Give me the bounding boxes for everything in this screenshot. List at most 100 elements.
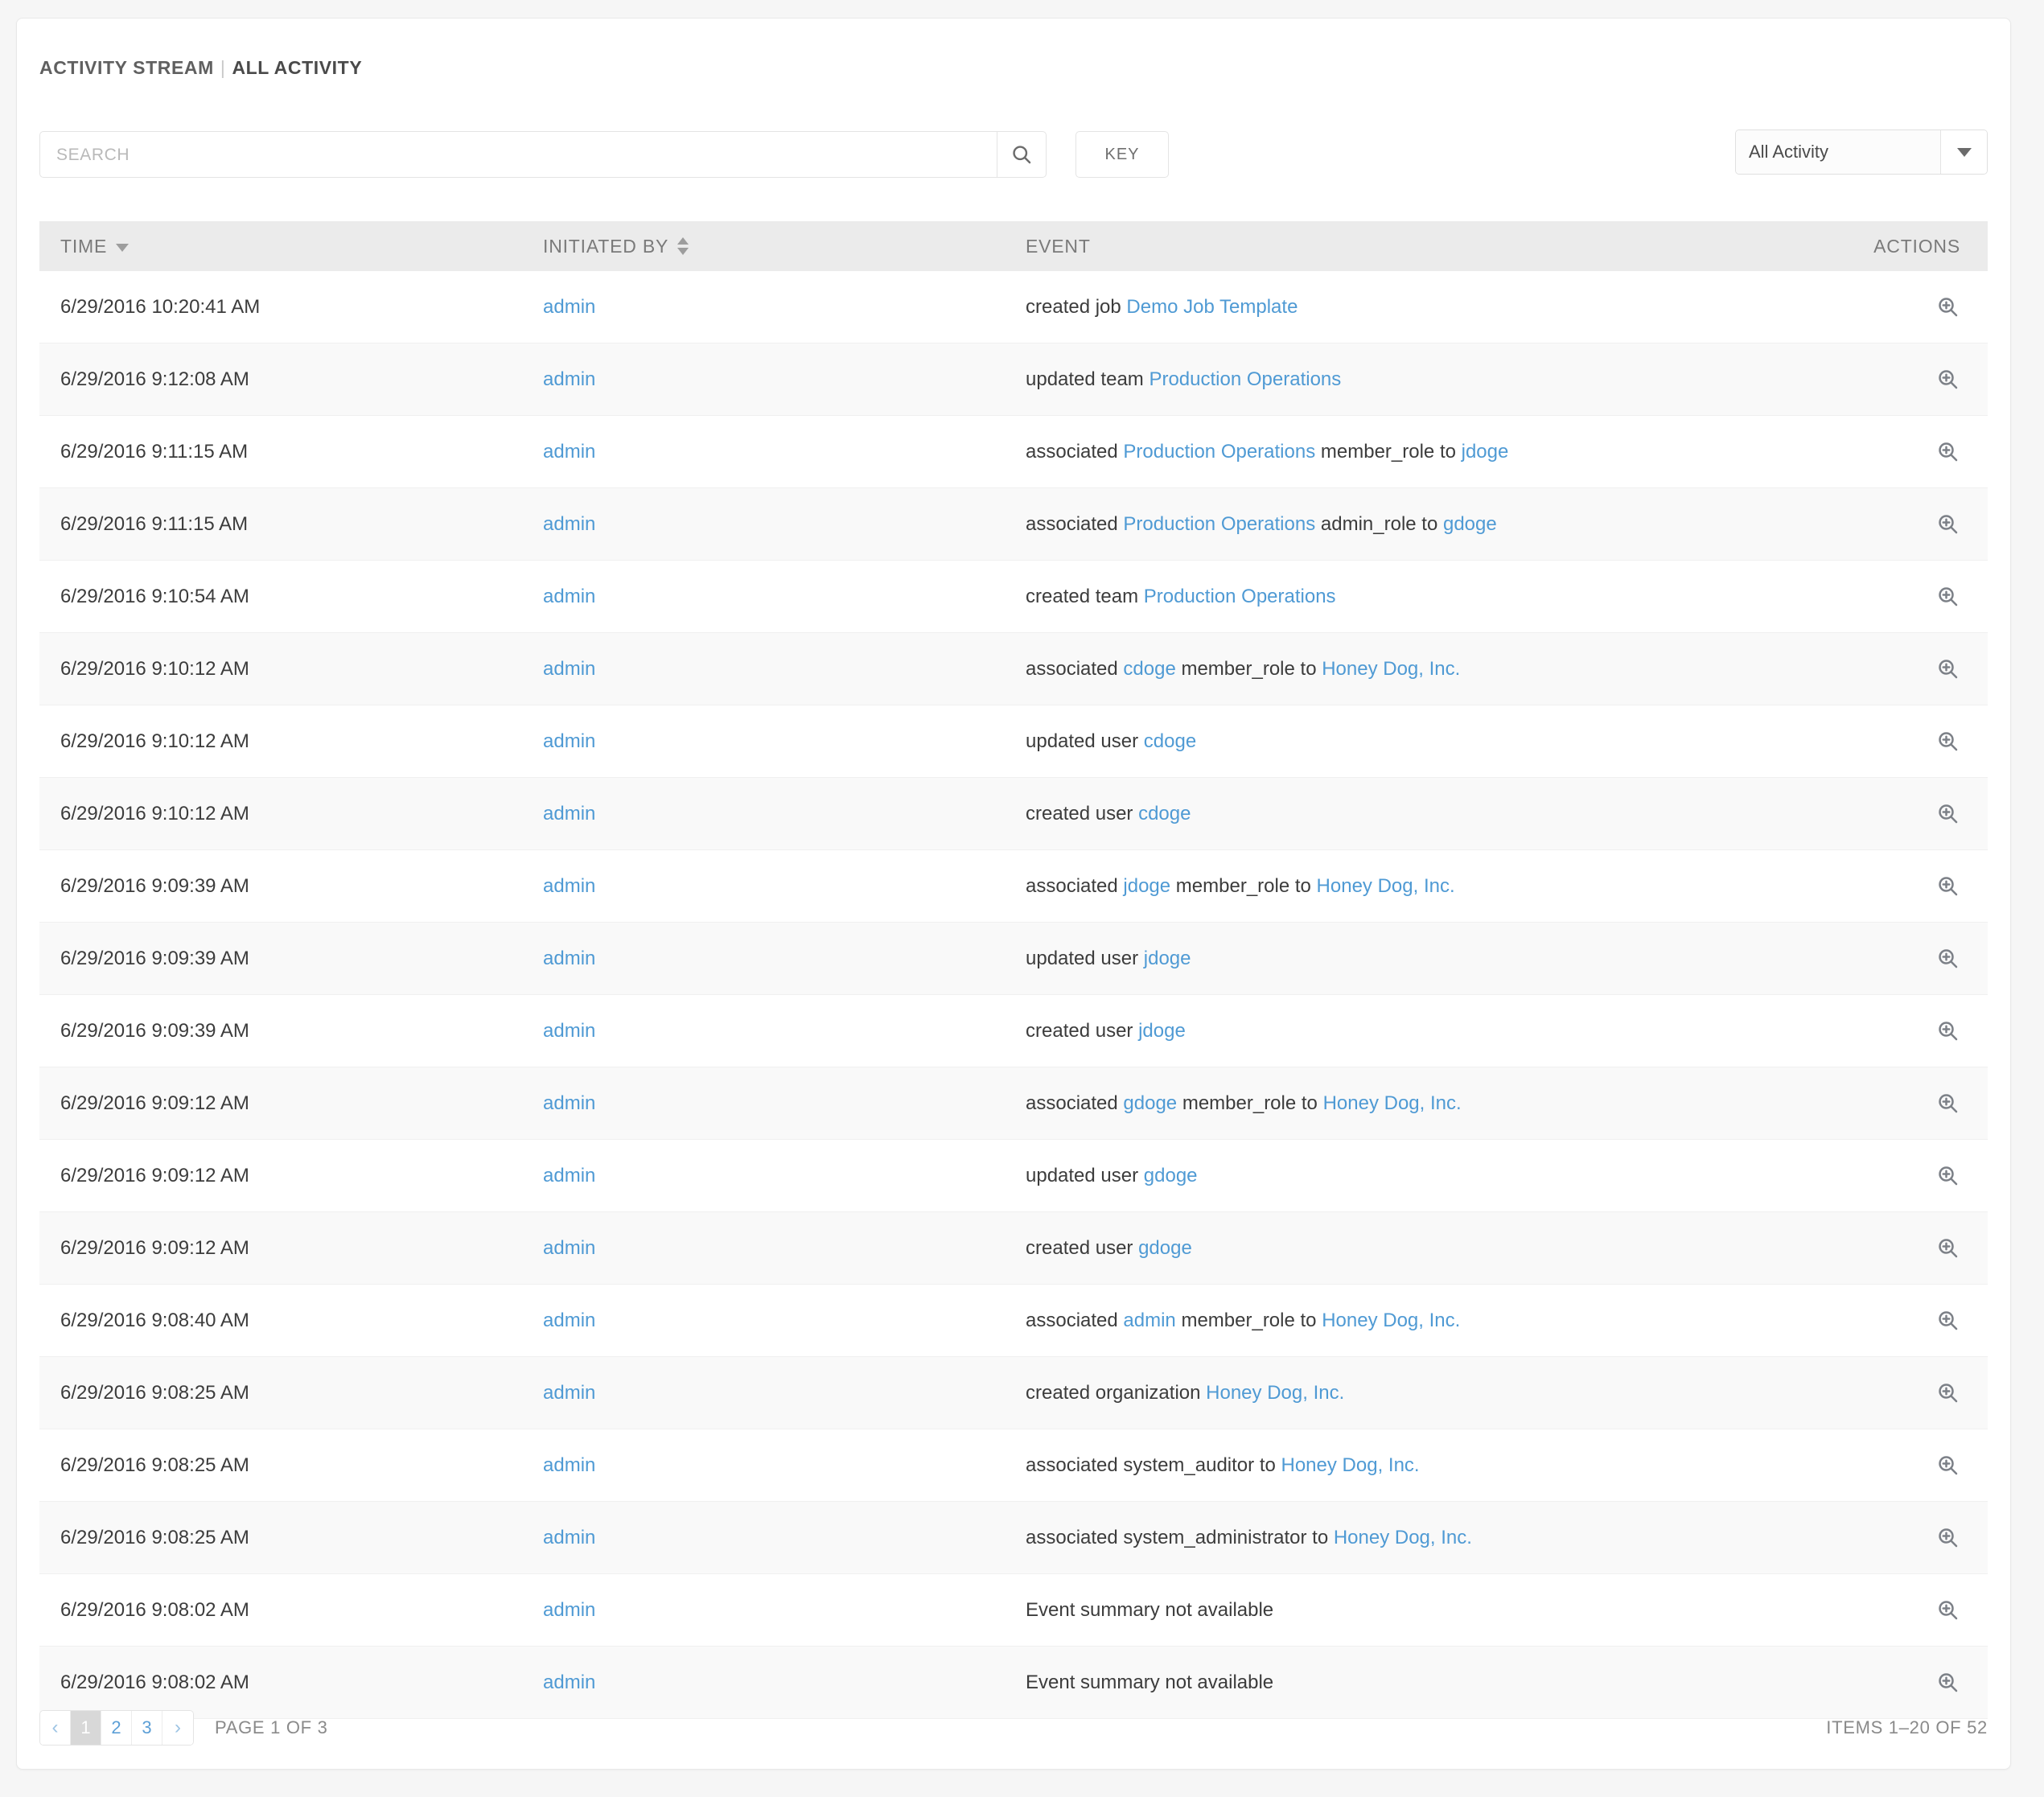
cell-time: 6/29/2016 9:08:25 AM [60, 1526, 249, 1548]
initiated-by-link[interactable]: admin [543, 1310, 595, 1332]
key-button[interactable]: KEY [1075, 131, 1169, 178]
zoom-in-icon[interactable] [1936, 295, 1960, 319]
event-link[interactable]: jdoge [1144, 948, 1191, 970]
initiated-by-link[interactable]: admin [543, 1382, 595, 1404]
table-row: 6/29/2016 9:09:39 AM admin associated jdog… [39, 850, 1988, 923]
column-header-initiated-by[interactable]: INITIATED BY [543, 236, 1026, 257]
cell-time: 6/29/2016 9:09:39 AM [60, 1019, 249, 1042]
zoom-in-icon[interactable] [1936, 368, 1960, 392]
initiated-by-link[interactable]: admin [543, 948, 595, 970]
event-link[interactable]: gdoge [1138, 1237, 1192, 1260]
initiated-by-link[interactable]: admin [543, 368, 595, 391]
zoom-in-icon[interactable] [1936, 802, 1960, 826]
initiated-by-link[interactable]: admin [543, 658, 595, 681]
event-link[interactable]: Honey Dog, Inc. [1206, 1382, 1344, 1404]
cell-initiated-by: admin [543, 1310, 1026, 1332]
event-link[interactable]: Honey Dog, Inc. [1322, 658, 1460, 681]
event-text: member_role to [1175, 657, 1322, 680]
initiated-by-link[interactable]: admin [543, 1672, 595, 1694]
activity-filter-select[interactable]: All Activity [1735, 130, 1988, 175]
initiated-by-link[interactable]: admin [543, 1092, 595, 1115]
zoom-in-icon[interactable] [1936, 730, 1960, 754]
event-link[interactable]: jdoge [1462, 441, 1509, 463]
cell-event: updated team Production Operations [1026, 368, 1803, 391]
event-link[interactable]: Production Operations [1123, 513, 1315, 536]
initiated-by-link[interactable]: admin [543, 586, 595, 608]
cell-initiated-by: admin [543, 1020, 1026, 1042]
event-link[interactable]: Honey Dog, Inc. [1317, 875, 1455, 898]
zoom-in-icon[interactable] [1936, 1526, 1960, 1550]
event-link[interactable]: Production Operations [1144, 586, 1336, 608]
initiated-by-link[interactable]: admin [543, 1165, 595, 1187]
cell-initiated-by: admin [543, 513, 1026, 536]
table-row: 6/29/2016 9:08:25 AM admin created organiz… [39, 1357, 1988, 1429]
initiated-by-link[interactable]: admin [543, 1527, 595, 1549]
cell-time: 6/29/2016 9:08:02 AM [60, 1598, 249, 1621]
initiated-by-link[interactable]: admin [543, 441, 595, 463]
event-link[interactable]: Production Operations [1149, 368, 1341, 391]
cell-time: 6/29/2016 10:20:41 AM [60, 295, 261, 318]
event-link[interactable]: cdoge [1138, 803, 1191, 825]
event-link[interactable]: Demo Job Template [1126, 296, 1298, 319]
event-link[interactable]: Honey Dog, Inc. [1281, 1454, 1420, 1477]
event-link[interactable]: admin [1123, 1310, 1175, 1332]
event-link[interactable]: Production Operations [1123, 441, 1315, 463]
zoom-in-icon[interactable] [1936, 1164, 1960, 1188]
zoom-in-icon[interactable] [1936, 1381, 1960, 1405]
zoom-in-icon[interactable] [1936, 657, 1960, 681]
zoom-in-icon[interactable] [1936, 1454, 1960, 1478]
cell-initiated-by: admin [543, 368, 1026, 391]
initiated-by-link[interactable]: admin [543, 1237, 595, 1260]
zoom-in-icon[interactable] [1936, 1309, 1960, 1333]
zoom-in-icon[interactable] [1936, 1236, 1960, 1260]
cell-time: 6/29/2016 9:11:15 AM [60, 512, 249, 535]
pagination-page-3[interactable]: 3 [132, 1711, 162, 1745]
initiated-by-link[interactable]: admin [543, 730, 595, 753]
pagination-next[interactable]: › [162, 1711, 193, 1745]
event-text: Event summary not available [1026, 1671, 1274, 1693]
zoom-in-icon[interactable] [1936, 1598, 1960, 1622]
event-link[interactable]: jdoge [1123, 875, 1170, 898]
activity-filter-caret[interactable] [1940, 130, 1987, 174]
initiated-by-link[interactable]: admin [543, 803, 595, 825]
search-input[interactable] [39, 131, 997, 178]
zoom-in-icon[interactable] [1936, 440, 1960, 464]
pagination-prev[interactable]: ‹ [40, 1711, 71, 1745]
initiated-by-link[interactable]: admin [543, 875, 595, 898]
event-link[interactable]: Honey Dog, Inc. [1323, 1092, 1462, 1115]
cell-initiated-by: admin [543, 296, 1026, 319]
zoom-in-icon[interactable] [1936, 585, 1960, 609]
cell-initiated-by: admin [543, 1165, 1026, 1187]
column-header-time[interactable]: TIME [60, 236, 543, 257]
pagination-page-2[interactable]: 2 [101, 1711, 132, 1745]
event-link[interactable]: gdoge [1123, 1092, 1177, 1115]
event-link[interactable]: cdoge [1123, 658, 1175, 681]
zoom-in-icon[interactable] [1936, 1092, 1960, 1116]
items-count-indicator: ITEMS 1–20 OF 52 [1826, 1717, 1988, 1737]
table-row: 6/29/2016 10:20:41 AM admin created job De… [39, 271, 1988, 343]
table-row: 6/29/2016 9:09:39 AM admin updated user jd… [39, 923, 1988, 995]
cell-initiated-by: admin [543, 441, 1026, 463]
zoom-in-icon[interactable] [1936, 512, 1960, 537]
breadcrumb-parent[interactable]: ACTIVITY STREAM [39, 57, 214, 78]
event-link[interactable]: gdoge [1144, 1165, 1198, 1187]
zoom-in-icon[interactable] [1936, 947, 1960, 971]
zoom-in-icon[interactable] [1936, 1671, 1960, 1695]
zoom-in-icon[interactable] [1936, 874, 1960, 898]
initiated-by-link[interactable]: admin [543, 1020, 595, 1042]
initiated-by-link[interactable]: admin [543, 513, 595, 536]
table-body: 6/29/2016 10:20:41 AM admin created job De… [39, 271, 1988, 1719]
initiated-by-link[interactable]: admin [543, 1599, 595, 1622]
zoom-in-icon[interactable] [1936, 1019, 1960, 1043]
event-link[interactable]: cdoge [1144, 730, 1196, 753]
cell-time: 6/29/2016 9:09:12 AM [60, 1236, 249, 1259]
search-button[interactable] [997, 131, 1047, 178]
event-link[interactable]: Honey Dog, Inc. [1334, 1527, 1472, 1549]
initiated-by-link[interactable]: admin [543, 296, 595, 319]
event-link[interactable]: jdoge [1138, 1020, 1186, 1042]
event-link[interactable]: Honey Dog, Inc. [1322, 1310, 1460, 1332]
cell-time: 6/29/2016 9:09:39 AM [60, 874, 249, 897]
initiated-by-link[interactable]: admin [543, 1454, 595, 1477]
event-link[interactable]: gdoge [1443, 513, 1497, 536]
event-text: associated [1026, 657, 1124, 680]
